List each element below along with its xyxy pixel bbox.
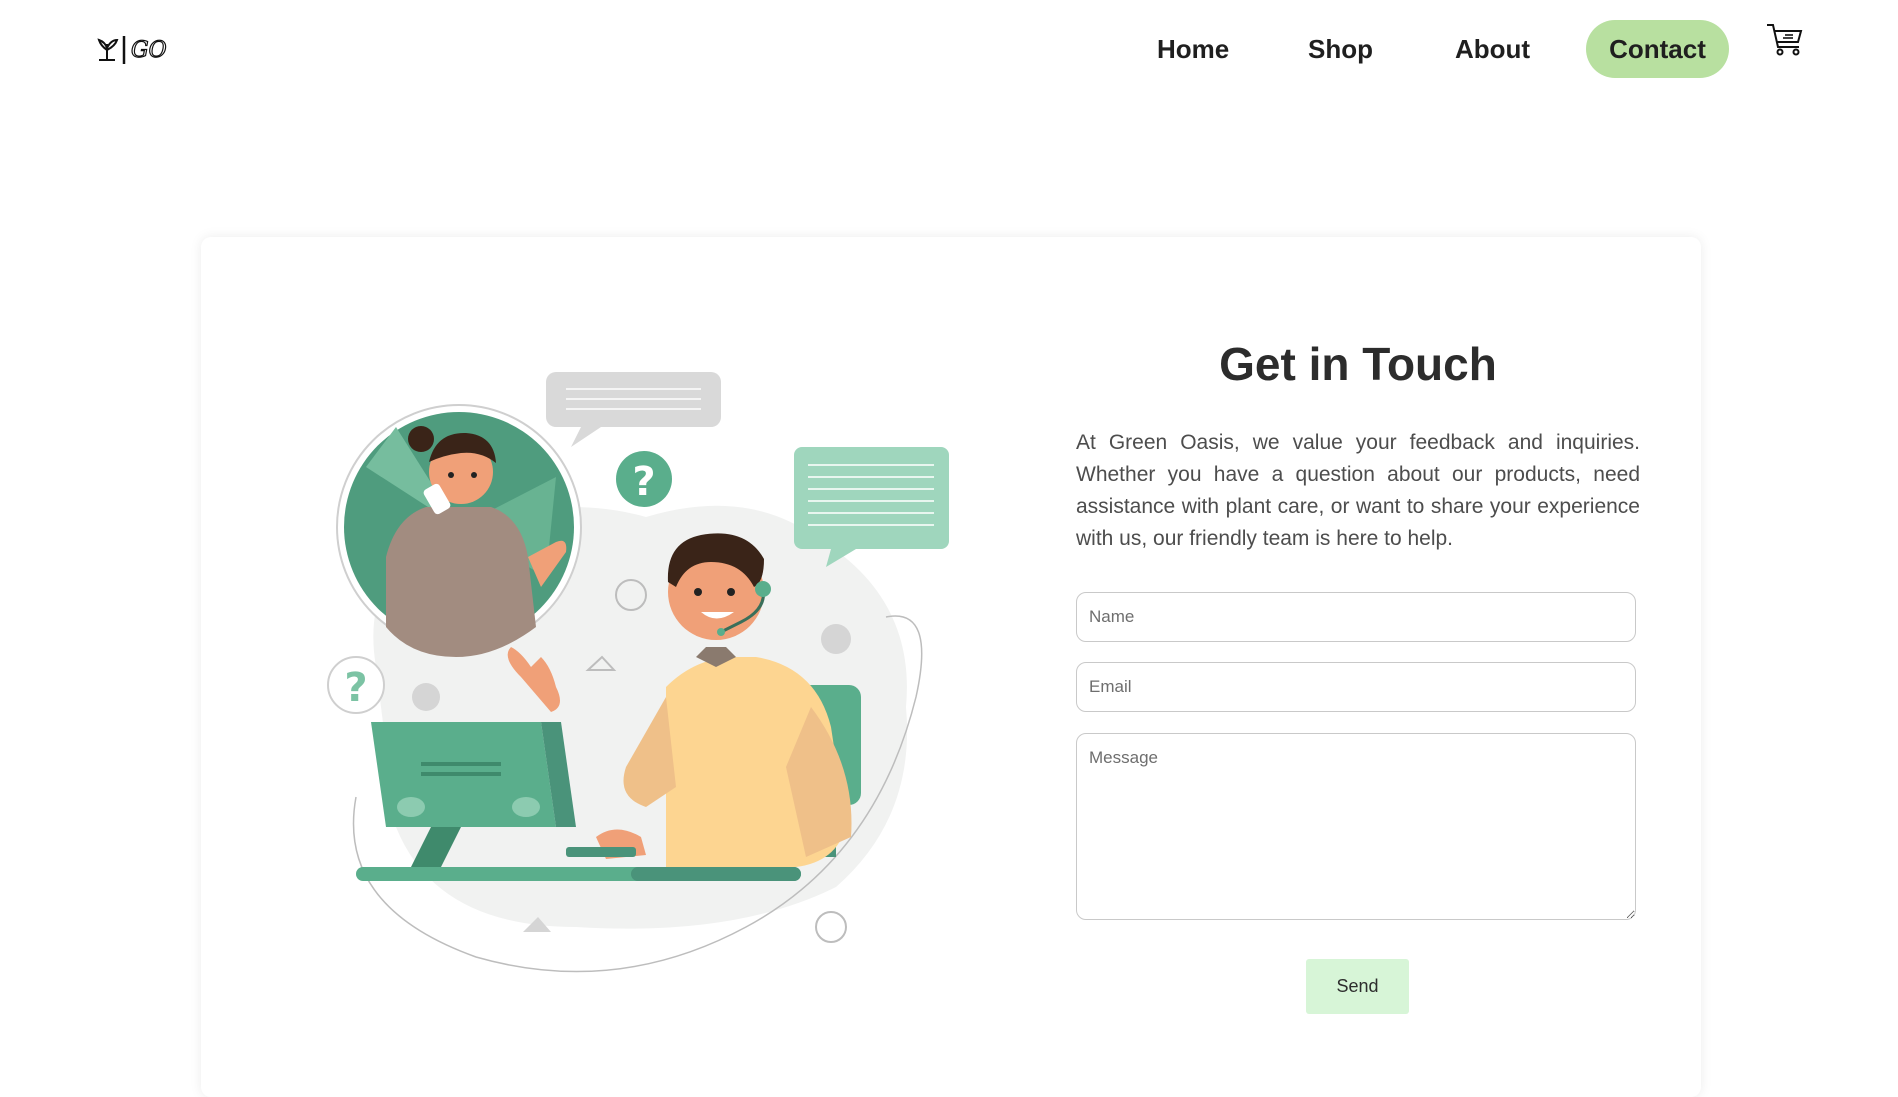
nav-contact[interactable]: Contact [1586,20,1729,78]
page-title: Get in Touch [1219,338,1497,390]
cart-icon[interactable] [1765,19,1805,59]
name-field[interactable] [1076,592,1636,642]
message-field[interactable] [1076,733,1636,920]
plant-logo-icon[interactable]: GO [95,30,175,70]
send-button[interactable]: Send [1306,959,1409,1014]
nav-shop[interactable]: Shop [1308,20,1373,78]
customer-support-illustration: ? ? [316,367,956,987]
intro-text: At Green Oasis, we value your feedback a… [1076,431,1640,550]
logo-text: GO [131,38,167,63]
nav-home[interactable]: Home [1157,20,1229,78]
svg-text:?: ? [344,665,367,711]
nav-about[interactable]: About [1455,20,1530,78]
svg-text:?: ? [632,459,655,505]
email-field[interactable] [1076,662,1636,712]
contact-card: ? ? Get in Touch At Green Oasis, we valu… [201,237,1701,1097]
site-header: GO Home Shop About Contact [0,0,1898,100]
